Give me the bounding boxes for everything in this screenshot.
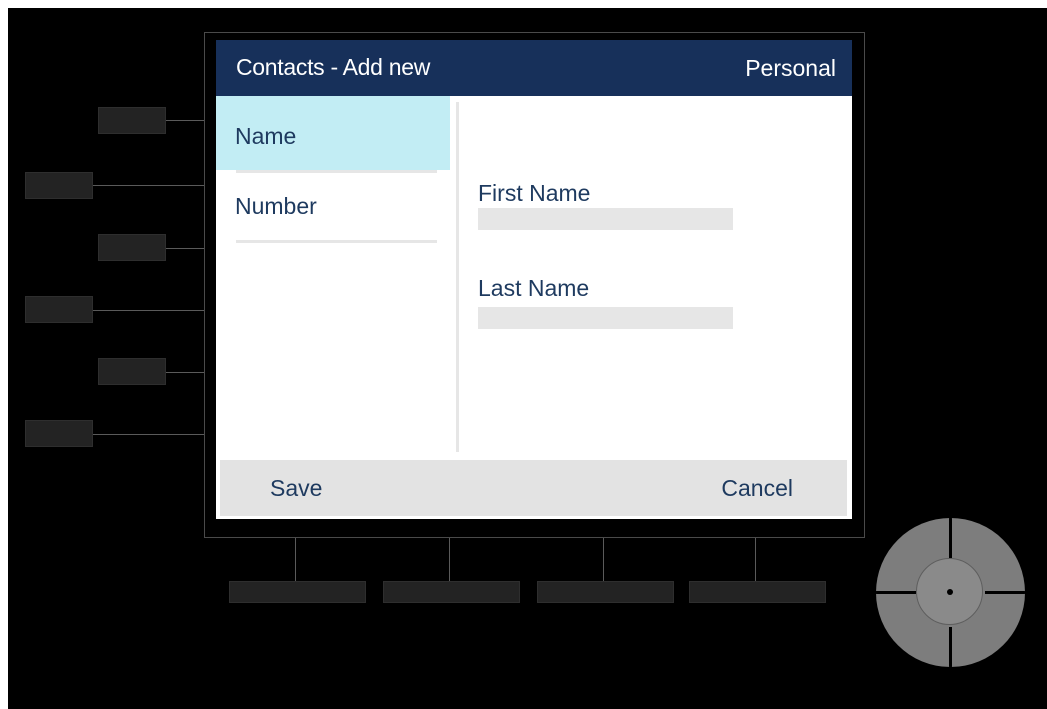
- line-key-6[interactable]: [25, 420, 93, 447]
- line-key-4[interactable]: [25, 296, 93, 323]
- soft-key-2-connector: [449, 538, 450, 581]
- line-key-2[interactable]: [25, 172, 93, 199]
- navigation-pad-icon[interactable]: [876, 518, 1025, 667]
- nav-center-dot: [947, 589, 953, 595]
- line-key-4-connector: [93, 310, 204, 311]
- menu-item-number-label: Number: [235, 193, 317, 219]
- title-bar: Contacts - Add new Personal: [216, 40, 852, 96]
- line-key-5[interactable]: [98, 358, 166, 385]
- first-name-label: First Name: [478, 180, 591, 206]
- line-key-6-connector: [93, 434, 204, 435]
- first-name-field[interactable]: [478, 208, 733, 230]
- line-key-3-connector: [166, 248, 204, 249]
- profile-label: Personal: [745, 55, 836, 81]
- phone-device: Contacts - Add new Personal Name Number …: [8, 8, 1047, 709]
- phone-screen: Contacts - Add new Personal Name Number …: [216, 40, 852, 519]
- last-name-label: Last Name: [478, 275, 590, 301]
- cancel-button[interactable]: Cancel: [721, 475, 793, 502]
- softkey-bar: Save Cancel: [220, 460, 847, 516]
- nav-select-button[interactable]: [916, 558, 983, 625]
- save-button[interactable]: Save: [270, 475, 322, 502]
- nav-left-tick: [876, 591, 916, 594]
- menu-item-name[interactable]: Name: [216, 96, 450, 170]
- soft-key-1[interactable]: [229, 581, 366, 603]
- soft-key-2[interactable]: [383, 581, 520, 603]
- soft-key-4[interactable]: [689, 581, 826, 603]
- soft-key-4-connector: [755, 538, 756, 581]
- menu-divider: [236, 240, 437, 243]
- menu-item-name-label: Name: [235, 123, 297, 149]
- soft-key-3[interactable]: [537, 581, 674, 603]
- line-key-3[interactable]: [98, 234, 166, 261]
- line-key-2-connector: [93, 185, 204, 186]
- screen-title: Contacts - Add new: [236, 54, 431, 80]
- last-name-field[interactable]: [478, 307, 733, 329]
- line-key-1[interactable]: [98, 107, 166, 134]
- soft-key-1-connector: [295, 538, 296, 581]
- panel-divider: [456, 102, 459, 452]
- soft-key-3-connector: [603, 538, 604, 581]
- nav-up-tick: [949, 518, 952, 558]
- nav-down-tick: [949, 627, 952, 667]
- line-key-5-connector: [166, 372, 204, 373]
- nav-right-tick: [985, 591, 1025, 594]
- line-key-1-connector: [166, 120, 204, 121]
- menu-item-number[interactable]: Number: [216, 173, 450, 241]
